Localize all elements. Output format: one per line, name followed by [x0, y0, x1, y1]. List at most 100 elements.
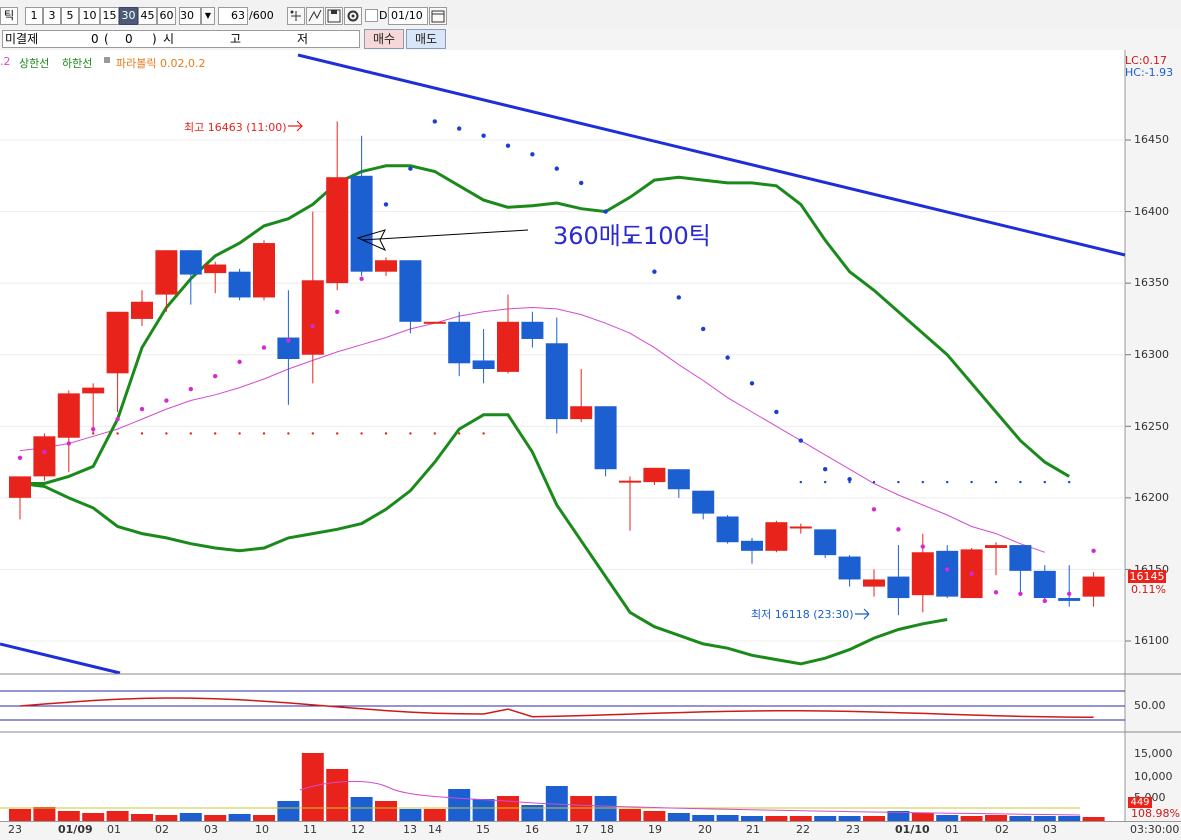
volume-bar	[423, 809, 446, 821]
interval-30-button[interactable]: 30	[119, 7, 138, 25]
sar-dot	[945, 567, 950, 572]
vol-tick: 10,000	[1134, 770, 1173, 783]
draw-tool-icon[interactable]	[306, 7, 324, 25]
candle-body	[570, 406, 593, 420]
volume-bar	[375, 801, 397, 821]
interval-15-button[interactable]: 15	[100, 7, 119, 25]
sar-dot	[652, 269, 657, 274]
level-dot	[67, 432, 71, 435]
unsettled-label: 미결제	[5, 32, 39, 46]
level-dot	[946, 480, 949, 484]
volume-bar	[326, 769, 349, 821]
sar-dot	[676, 295, 681, 300]
sell-annotation-note: 360매도100틱	[553, 222, 711, 250]
volume-bar	[9, 809, 31, 821]
level-dot	[1068, 480, 1071, 484]
candle-body	[57, 393, 80, 438]
count-input[interactable]: 63	[218, 7, 248, 25]
chart-canvas[interactable]	[0, 50, 1181, 839]
candle-body	[326, 177, 349, 284]
volume-bar	[472, 799, 495, 821]
sar-dot	[1067, 591, 1072, 596]
paren-close: )	[152, 32, 157, 46]
hc-label: HC:-1.93	[1125, 66, 1174, 79]
custom-interval-input[interactable]: 30	[179, 7, 201, 25]
interval-10-button[interactable]: 10	[79, 7, 100, 25]
level-dot	[970, 480, 973, 484]
level-dot	[458, 432, 461, 435]
level-dot	[994, 480, 998, 484]
level-dot	[311, 432, 314, 435]
tick-button[interactable]: 틱	[0, 7, 18, 25]
candle-body	[33, 436, 56, 477]
level-dot	[116, 432, 119, 435]
candle-body	[448, 321, 471, 364]
sar-dot	[261, 345, 267, 350]
time-axis-label: 02	[995, 823, 1009, 836]
position-summary: 미결제 0 ( 0 ) 시 고 저	[2, 30, 360, 48]
interval-60-button[interactable]: 60	[157, 7, 176, 25]
volume-bar	[619, 809, 641, 821]
candle-body	[1058, 598, 1081, 601]
chevron-down-icon[interactable]: ▼	[201, 7, 215, 25]
volume-bar	[399, 809, 422, 821]
candle-body	[741, 540, 763, 551]
level-dot	[409, 432, 412, 435]
level-dot	[92, 432, 95, 435]
legend-lower: 하한선	[62, 57, 93, 70]
level-dot	[799, 480, 802, 484]
sar-dot	[579, 180, 584, 186]
volume-bar	[277, 801, 300, 821]
time-axis-label: 01	[107, 823, 121, 836]
interval-5-button[interactable]: 5	[61, 7, 79, 25]
buy-button[interactable]: 매수	[364, 29, 404, 49]
candle-body	[131, 301, 153, 319]
d-checkbox-label: D	[379, 9, 388, 22]
volume-bar	[33, 807, 56, 821]
interval-1-button[interactable]: 1	[25, 7, 43, 25]
sell-button[interactable]: 매도	[406, 29, 446, 49]
date-input[interactable]: 01/10	[388, 7, 428, 25]
time-axis-label: 23	[8, 823, 22, 836]
candle-body	[863, 579, 885, 587]
jeo-label: 저	[297, 32, 309, 46]
calendar-icon[interactable]	[429, 7, 447, 25]
sar-dot	[554, 166, 559, 171]
sar-dot	[408, 166, 413, 171]
level-dot	[384, 432, 388, 435]
sar-dot	[42, 449, 47, 455]
price-tick: 16300	[1134, 348, 1169, 361]
si-label: 시	[163, 32, 175, 46]
interval-45-button[interactable]: 45	[138, 7, 157, 25]
level-dot	[360, 432, 363, 435]
sar-dot	[774, 409, 779, 415]
gear-icon[interactable]	[344, 7, 362, 25]
volume-bar	[448, 789, 471, 821]
current-volume-pct: 108.98%	[1131, 807, 1180, 820]
sar-dot	[310, 323, 315, 329]
toolbar: 틱 1 3 5 10 15 30 45 60 30 ▼ 63 /600 D 01…	[0, 0, 1181, 29]
level-dot	[897, 480, 900, 484]
candle-body	[985, 545, 1007, 548]
save-icon[interactable]	[325, 7, 343, 25]
d-checkbox[interactable]	[365, 9, 378, 22]
level-dot	[872, 480, 876, 484]
candle-body	[936, 550, 959, 597]
sar-dot	[847, 477, 852, 482]
legend-sar: 파라볼릭 0.02,0.2	[116, 57, 206, 70]
candle-body	[667, 469, 690, 490]
candle-body	[253, 243, 275, 298]
candle-body	[692, 490, 715, 514]
low-annotation: 최저 16118 (23:30)	[751, 608, 854, 621]
candle-body	[765, 522, 788, 551]
sar-dot	[335, 309, 340, 314]
crosshair-icon[interactable]	[287, 7, 305, 25]
level-dot	[824, 480, 827, 484]
candle-body	[204, 264, 227, 274]
candle-body	[545, 343, 568, 420]
sar-dot	[91, 426, 96, 432]
candle-body	[911, 552, 934, 596]
interval-3-button[interactable]: 3	[43, 7, 61, 25]
time-axis-label: 01/10	[895, 823, 930, 836]
sar-dot	[359, 276, 364, 282]
